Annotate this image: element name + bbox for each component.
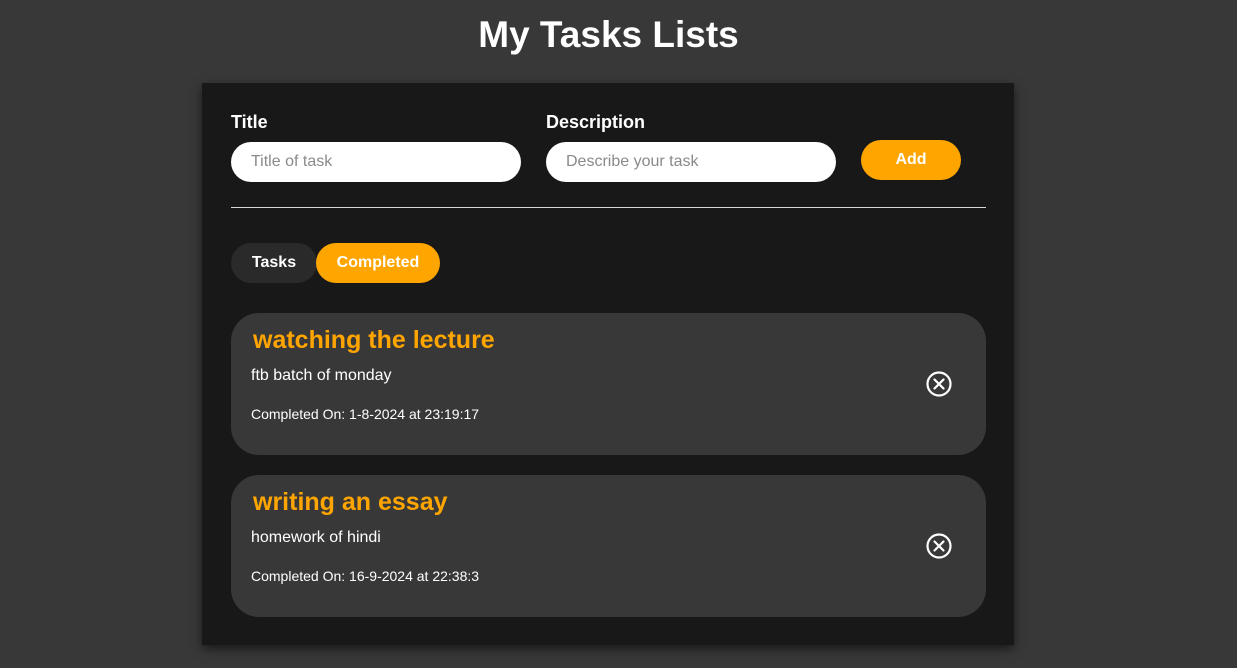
tab-completed[interactable]: Completed <box>316 243 440 283</box>
task-description: homework of hindi <box>251 529 381 546</box>
task-title: writing an essay <box>253 488 448 516</box>
task-title: watching the lecture <box>253 326 495 354</box>
task-card: watching the lecture ftb batch of monday… <box>231 313 986 455</box>
add-button[interactable]: Add <box>861 140 961 180</box>
description-input[interactable] <box>546 142 836 182</box>
tab-tasks[interactable]: Tasks <box>231 243 317 283</box>
task-completed-on: Completed On: 1-8-2024 at 23:19:17 <box>251 406 480 422</box>
divider <box>231 207 986 208</box>
close-circle-icon[interactable] <box>925 370 953 398</box>
title-label: Title <box>231 112 268 132</box>
description-label: Description <box>546 112 646 132</box>
task-card: writing an essay homework of hindi Compl… <box>231 475 986 617</box>
title-input[interactable] <box>231 142 521 182</box>
task-completed-on: Completed On: 16-9-2024 at 22:38:3 <box>251 568 480 584</box>
task-panel: Title Description Add Tasks Completed wa… <box>202 83 1014 645</box>
task-description: ftb batch of monday <box>251 367 392 384</box>
close-circle-icon[interactable] <box>925 532 953 560</box>
page-title: My Tasks Lists <box>478 14 739 55</box>
